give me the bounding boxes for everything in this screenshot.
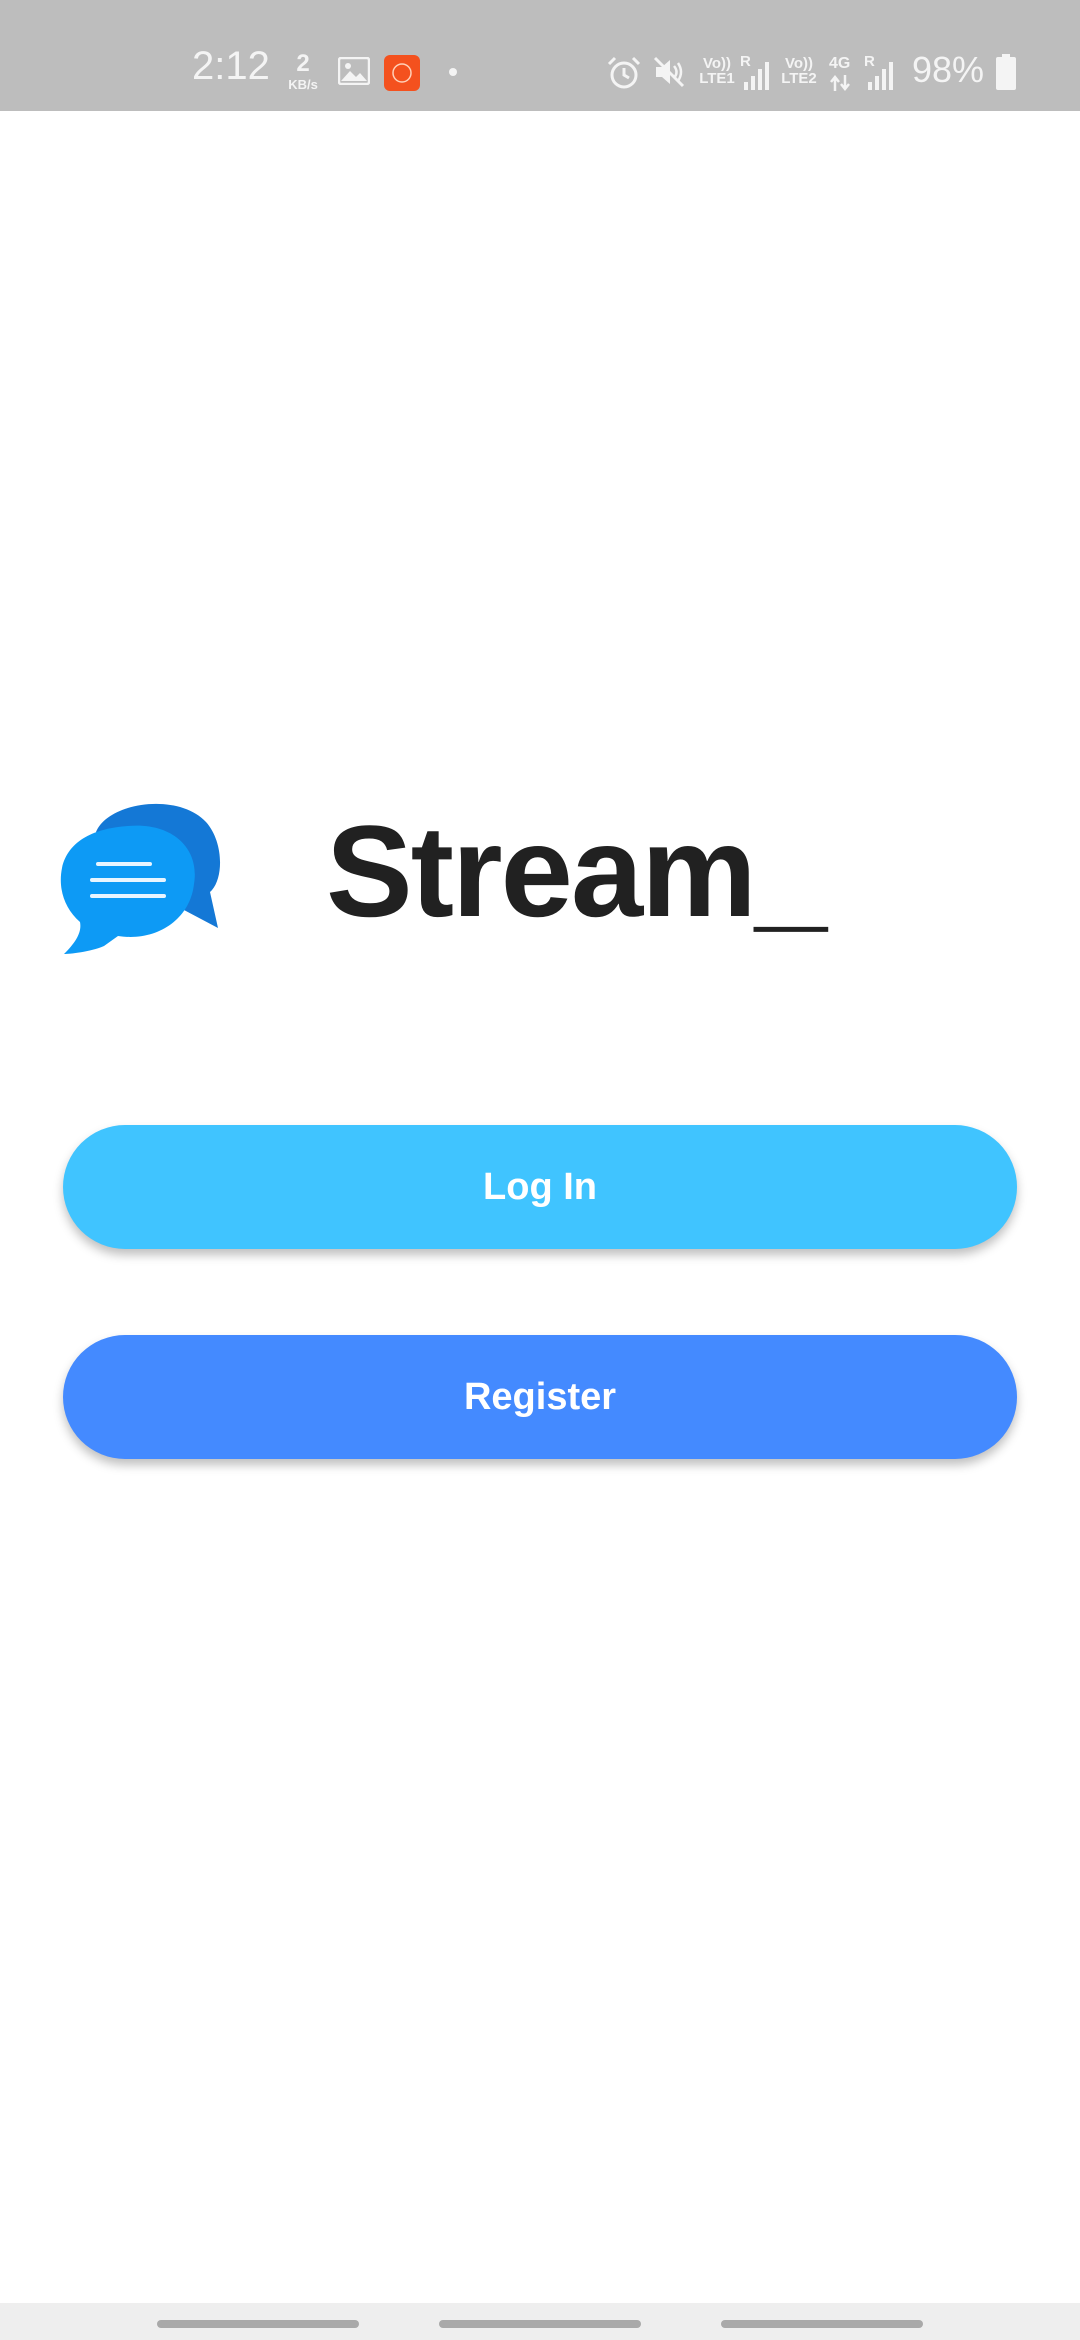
dot-icon: [449, 68, 457, 76]
nav-home[interactable]: [439, 2320, 641, 2328]
gallery-icon: [338, 57, 370, 85]
sim2-network: 4G: [829, 55, 851, 72]
sim1-label: Vo)) LTE1: [699, 55, 735, 87]
app-title: Stream_: [326, 798, 827, 944]
nav-back[interactable]: [721, 2320, 923, 2328]
alarm-icon: [607, 56, 641, 89]
battery-icon: [996, 54, 1016, 90]
battery-percent: 98%: [912, 49, 985, 90]
nav-recent-apps[interactable]: [157, 2320, 359, 2328]
signal-icon: [744, 62, 769, 90]
signal-icon: [868, 62, 893, 90]
chat-bubbles-icon: [60, 803, 221, 954]
sim2-label: Vo)) LTE2: [781, 55, 817, 87]
status-time: 2:12: [192, 44, 270, 88]
data-arrows-icon: [830, 74, 850, 92]
app-notification-icon: [384, 55, 420, 91]
status-bar: 2:12 2 KB/s Vo)) LTE1 R Vo)) LTE2 4G R 9…: [0, 0, 1080, 111]
data-speed: 2 KB/s: [282, 50, 324, 92]
register-button[interactable]: Register: [63, 1335, 1017, 1459]
navigation-bar: [0, 2303, 1080, 2340]
data-speed-unit: KB/s: [288, 77, 318, 92]
screen: 2:12 2 KB/s Vo)) LTE1 R Vo)) LTE2 4G R 9…: [0, 0, 1080, 2340]
mute-icon: [653, 56, 685, 88]
data-speed-value: 2: [296, 50, 310, 77]
login-button[interactable]: Log In: [63, 1125, 1017, 1249]
